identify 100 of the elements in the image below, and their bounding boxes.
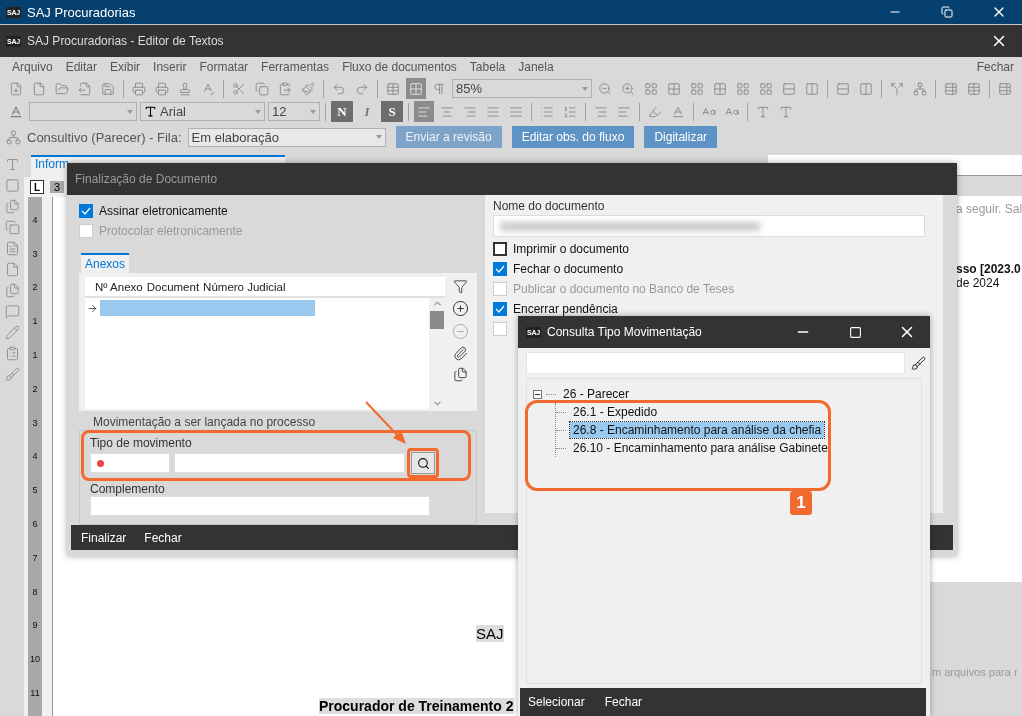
ruler-number: 7 (32, 552, 38, 563)
step-badge: 1 (790, 491, 812, 515)
ruler-number: 6 (32, 519, 38, 530)
frame-icon (4, 178, 20, 193)
style-select[interactable] (29, 102, 137, 121)
checkbox-label: Publicar o documento no Banco de Teses (513, 282, 735, 296)
align-left-icon[interactable] (414, 101, 434, 122)
ruler-number: 5 (32, 485, 38, 496)
filter-icon (452, 279, 468, 294)
search-icon (416, 456, 430, 470)
checkbox[interactable] (493, 242, 507, 256)
column-header[interactable]: Número Judicial (203, 280, 286, 293)
dialog-title: Consulta Tipo Movimentação (547, 325, 703, 339)
menu-item[interactable]: Ferramentas (261, 60, 330, 74)
document-name-field[interactable] (493, 215, 925, 237)
scroll-thumb[interactable] (430, 311, 444, 329)
movement-field[interactable] (174, 453, 405, 473)
scrollbar[interactable] (429, 298, 445, 409)
menu-item[interactable]: Editar (65, 60, 98, 74)
ruler-number: 3 (32, 248, 38, 259)
grid-row[interactable] (100, 300, 315, 316)
flow-button[interactable]: Digitalizar (644, 126, 718, 148)
checkbox[interactable] (493, 262, 507, 276)
comment-icon (4, 304, 20, 319)
ruler-number: 8 (32, 586, 38, 597)
tree-item[interactable]: 26 - Parecer (560, 386, 633, 402)
ruler-number: 2 (32, 383, 38, 394)
complement-field[interactable] (90, 496, 430, 516)
checkbox-label: Imprimir o documento (513, 242, 630, 256)
footer-button[interactable]: Fechar (144, 530, 182, 545)
menu-item[interactable]: Formatar (199, 60, 249, 74)
tab-stop-selector[interactable]: L (30, 180, 44, 194)
document-icon (4, 262, 20, 277)
search-field[interactable] (526, 352, 905, 374)
menu-item[interactable]: Inserir (153, 60, 187, 74)
side-text: sso [2023.0 (956, 262, 1022, 276)
remove-icon (451, 323, 469, 340)
list-document-icon (4, 241, 20, 256)
menu-item[interactable]: Tabela (469, 60, 506, 74)
text-icon (4, 157, 20, 172)
brush-icon (4, 367, 20, 382)
window-title: SAJ Procuradorias (27, 4, 137, 20)
zoom-select[interactable]: 85% (452, 79, 592, 98)
search-button[interactable] (411, 452, 435, 474)
font-select[interactable]: Arial (140, 102, 265, 121)
tree-item[interactable]: 26.8 - Encaminhamento para análise da chefia (570, 422, 825, 438)
queue-select[interactable]: Em elaboração (187, 127, 386, 147)
format-button[interactable]: N (331, 101, 353, 122)
ruler-number: 1 (32, 316, 38, 327)
field-label: Complemento (90, 482, 165, 496)
documents-icon (452, 367, 468, 382)
attachments-tab[interactable]: Anexos (81, 253, 130, 273)
current-row-arrow-icon (87, 302, 98, 314)
copy-icon (4, 220, 20, 235)
format-button[interactable]: S (381, 101, 403, 122)
menu-item[interactable]: Arquivo (12, 60, 53, 74)
document-text: SAJ (476, 625, 504, 642)
footer-button[interactable]: Finalizar (81, 530, 127, 545)
ruler-number: 4 (32, 214, 38, 225)
menu-item[interactable]: Fechar (976, 60, 1014, 74)
group-legend: Movimentação a ser lançada no processo (91, 415, 318, 429)
side-text: a seguir. Sal (956, 202, 1022, 216)
edit-icon (4, 325, 20, 340)
font-size-select[interactable]: 12 (268, 102, 320, 121)
ruler-number: 10 (30, 654, 40, 665)
checkbox[interactable] (493, 302, 507, 316)
ruler-number: 9 (32, 620, 38, 631)
add-icon (451, 300, 469, 317)
documents-icon (4, 199, 20, 214)
ruler-number: 1 (32, 350, 38, 361)
ruler-number: 3 (32, 417, 38, 428)
restore-icon[interactable] (941, 6, 953, 18)
column-header[interactable]: Document (146, 280, 200, 293)
checkbox-label: Fechar o documento (513, 262, 624, 276)
documents-icon (4, 283, 20, 298)
format-button[interactable]: I (356, 101, 378, 122)
side-text: m arquivos para r (932, 666, 1019, 678)
broom-icon (911, 355, 926, 371)
column-header[interactable]: Nº Anexo (95, 280, 143, 293)
footer-button[interactable]: Fechar (604, 695, 643, 709)
font-icon (144, 105, 157, 118)
tree-item[interactable]: 26.10 - Encaminhamento para análise Gabinete (570, 440, 831, 456)
callout-arrow (365, 401, 406, 444)
footer-button[interactable]: Selecionar (528, 695, 585, 709)
ruler-number: 3 (50, 181, 65, 193)
tree-item[interactable]: 26.1 - Expedido (570, 404, 661, 420)
field-label: Tipo de movimento (90, 436, 192, 450)
menu-item[interactable]: Janela (518, 60, 554, 74)
window-title: SAJ Procuradorias - Editor de Textos (27, 34, 225, 48)
menu-item[interactable]: Exibir (110, 60, 141, 74)
collapse-toggle[interactable] (533, 389, 542, 399)
ruler-number: 4 (32, 451, 38, 462)
code-field[interactable] (90, 453, 170, 473)
maximize-icon[interactable] (848, 325, 862, 339)
checkbox-label: Protocolar eletronicamente (99, 224, 243, 238)
checkbox[interactable] (79, 204, 93, 218)
flow-button[interactable]: Editar obs. do fluxo (511, 126, 635, 148)
grid-icon[interactable] (406, 78, 426, 99)
menu-item[interactable]: Fluxo de documentos (342, 60, 457, 74)
form-icon (4, 346, 20, 361)
